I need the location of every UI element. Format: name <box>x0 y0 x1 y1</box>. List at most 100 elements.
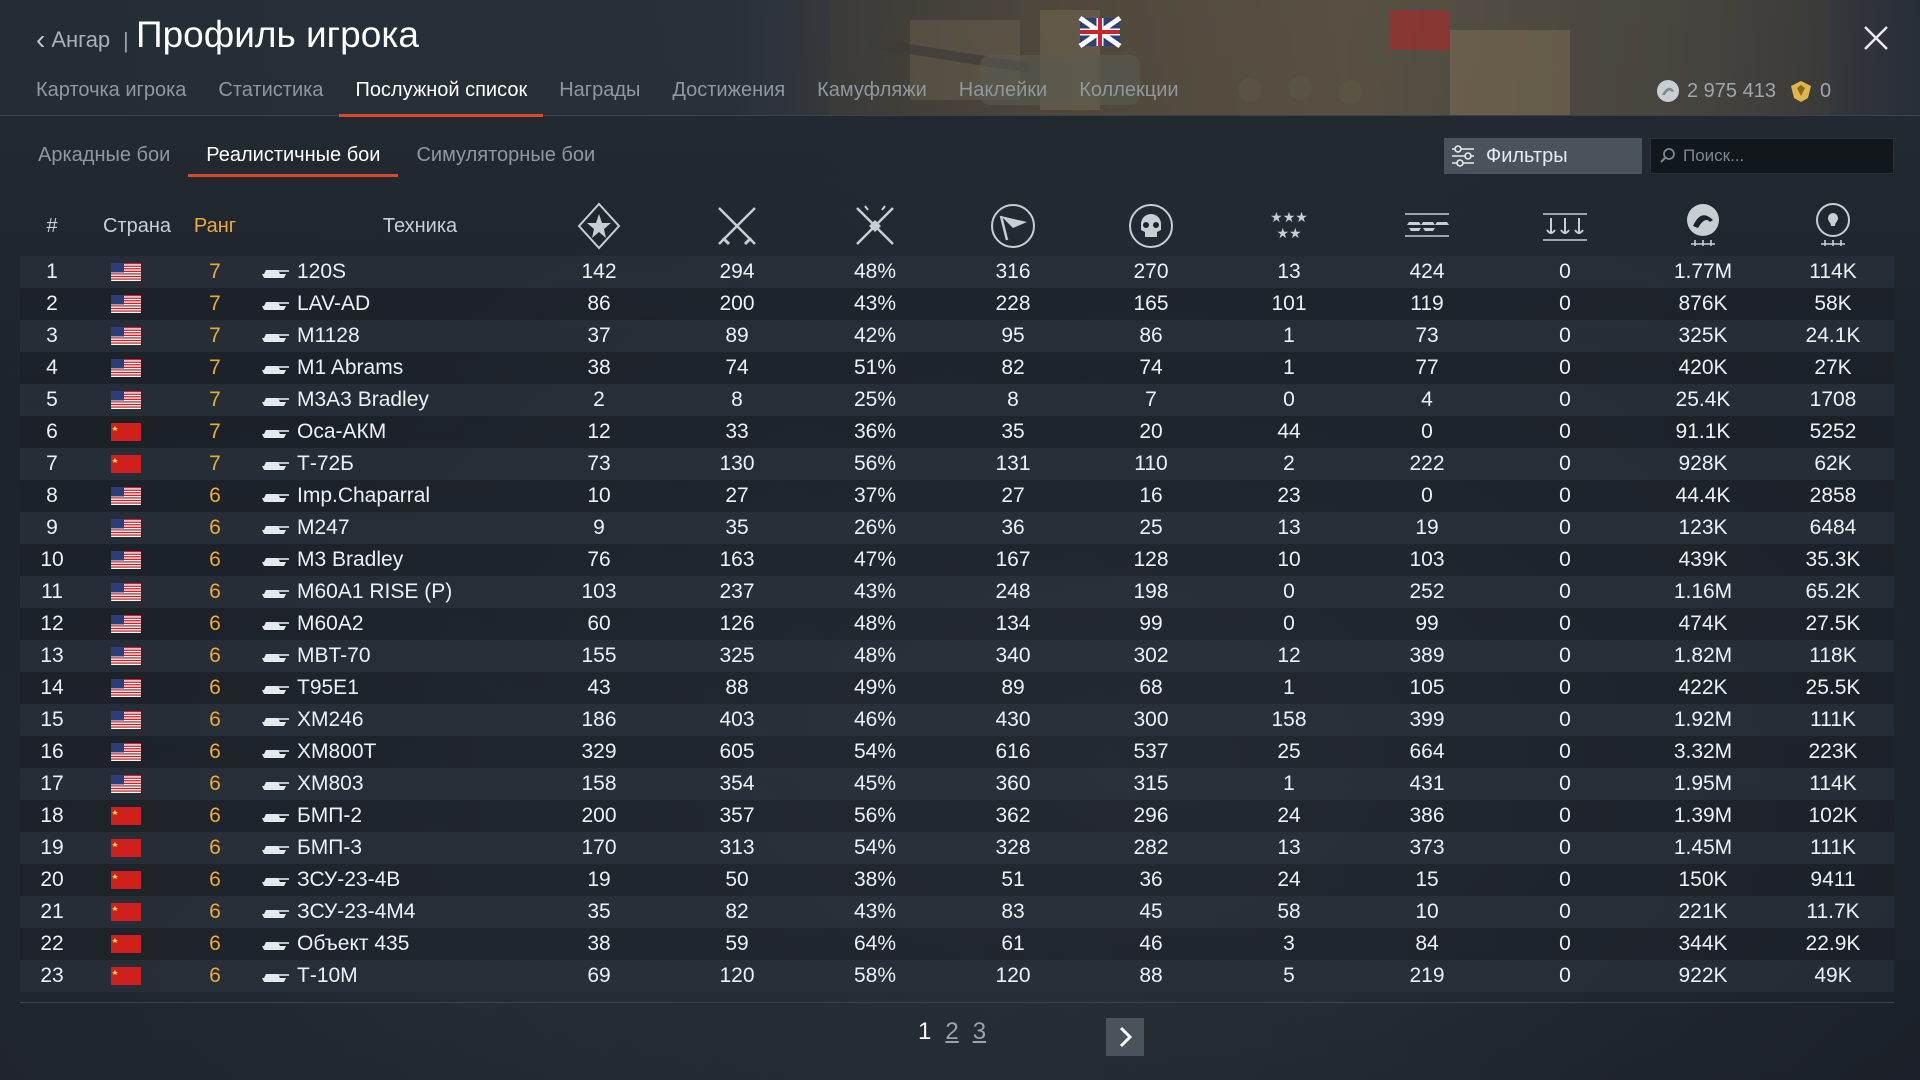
stat-respawns: 616 <box>995 740 1031 763</box>
page-title: Профиль игрока <box>136 14 419 55</box>
tab-simulator-battles[interactable]: Симуляторные бои <box>398 140 613 174</box>
col-respawns[interactable] <box>944 196 1082 256</box>
tab-realistic-battles[interactable]: Реалистичные бои <box>188 140 399 177</box>
col-win-rate[interactable] <box>806 196 944 256</box>
stat-research-points: 2858 <box>1809 484 1857 507</box>
winrate-swords-icon <box>856 205 894 245</box>
table-row[interactable]: 2 7 LAV-AD 86 200 43% 228 165 101 119 0 876K 58K <box>20 288 1894 320</box>
stat-naval-kills: 0 <box>1559 388 1571 411</box>
stat-research-points: 11.7K <box>1806 900 1860 923</box>
stat-ground-kills: 431 <box>1409 772 1445 795</box>
stat-silver-lions: 325K <box>1678 324 1728 347</box>
stat-silver-lions: 1.16M <box>1673 580 1733 603</box>
tab-statistics[interactable]: Статистика <box>218 76 323 114</box>
search-input[interactable] <box>1681 145 1885 167</box>
stat-win-rate: 56% <box>853 804 897 827</box>
col-air-kills[interactable]: ★★★ ★★ <box>1220 196 1358 256</box>
table-row[interactable]: 12 6 M60A2 60 126 48% 134 99 0 99 0 474K 27.5K <box>20 608 1894 640</box>
stat-win-rate: 43% <box>853 900 897 923</box>
table-row[interactable]: 7 7 Т-72Б 73 130 56% 131 110 2 222 0 928K 62K <box>20 448 1894 480</box>
stat-missions: 76 <box>587 548 611 571</box>
vehicle-name: 120S <box>297 260 347 283</box>
table-row[interactable]: 6 7 Оса-АКМ 12 33 36% 35 20 44 0 0 91.1K 5252 <box>20 416 1894 448</box>
table-row[interactable]: 19 6 БМП-3 170 313 54% 328 282 13 373 0 1.45M 111K <box>20 832 1894 864</box>
table-row[interactable]: 9 6 M247 9 35 26% 36 25 13 19 0 123K 6484 <box>20 512 1894 544</box>
stat-respawns: 83 <box>1001 900 1025 923</box>
tab-collections[interactable]: Коллекции <box>1079 76 1178 114</box>
table-row[interactable]: 8 6 Imp.Chaparral 10 27 37% 27 16 23 0 0 44.4K 2858 <box>20 480 1894 512</box>
stat-naval-kills: 0 <box>1559 292 1571 315</box>
col-silver-lions[interactable] <box>1634 196 1772 256</box>
usa-flag-icon <box>111 327 141 345</box>
tab-achievements[interactable]: Достижения <box>672 76 785 114</box>
col-deaths[interactable] <box>1082 196 1220 256</box>
stat-deaths: 74 <box>1139 356 1163 379</box>
table-row[interactable]: 14 6 T95E1 43 88 49% 89 68 1 105 0 422K 25.5K <box>20 672 1894 704</box>
table-row[interactable]: 21 6 ЗСУ-23-4М4 35 82 43% 83 45 58 10 0 221K 11.7K <box>20 896 1894 928</box>
vehicle-rank: 7 <box>209 324 221 347</box>
stat-silver-lions: 928K <box>1678 452 1728 475</box>
table-row[interactable]: 13 6 MBT-70 155 325 48% 340 302 12 389 0 1.82M 118K <box>20 640 1894 672</box>
page-link-2[interactable]: 2 <box>945 1018 958 1046</box>
stat-battles: 357 <box>719 804 755 827</box>
back-button[interactable]: ‹ Ангар <box>36 20 110 60</box>
tab-player-card[interactable]: Карточка игрока <box>36 76 186 114</box>
table-row[interactable]: 16 6 XM800T 329 605 54% 616 537 25 664 0 3.32M 223K <box>20 736 1894 768</box>
vehicle-name-cell: M3 Bradley <box>260 544 530 576</box>
stat-air-kills: 13 <box>1277 260 1301 283</box>
stat-missions: 2 <box>593 388 605 411</box>
page-link-3[interactable]: 3 <box>973 1018 986 1046</box>
col-ground-kills[interactable] <box>1358 196 1496 256</box>
usa-flag-icon <box>111 711 141 729</box>
col-missions[interactable] <box>530 196 668 256</box>
stat-naval-kills: 0 <box>1559 516 1571 539</box>
row-number: 8 <box>46 484 58 507</box>
tab-decals[interactable]: Наклейки <box>959 76 1047 114</box>
table-row[interactable]: 10 6 M3 Bradley 76 163 47% 167 128 10 103 0 439K 35.… <box>20 544 1894 576</box>
table-row[interactable]: 23 6 Т-10М 69 120 58% 120 88 5 219 0 922K 49K <box>20 960 1894 992</box>
usa-flag-icon <box>111 359 141 377</box>
col-number[interactable]: # <box>20 196 84 256</box>
stat-battles: 237 <box>719 580 755 603</box>
next-page-button[interactable] <box>1106 1018 1144 1056</box>
usa-flag-icon <box>111 615 141 633</box>
vehicle-name: Т-72Б <box>297 452 354 475</box>
stat-silver-lions: 3.32M <box>1673 740 1733 763</box>
table-row[interactable]: 20 6 ЗСУ-23-4В 19 50 38% 51 36 24 15 0 150K 9411 <box>20 864 1894 896</box>
stat-naval-kills: 0 <box>1559 868 1571 891</box>
page-link-1[interactable]: 1 <box>918 1018 931 1046</box>
tab-awards[interactable]: Награды <box>559 76 640 114</box>
col-vehicle[interactable]: Техника <box>320 196 520 256</box>
table-row[interactable]: 3 7 M1128 37 89 42% 95 86 1 73 0 325K 24.1K <box>20 320 1894 352</box>
table-row[interactable]: 17 6 XM803 158 354 45% 360 315 1 431 0 1.95M 114K <box>20 768 1894 800</box>
stat-air-kills: 13 <box>1277 836 1301 859</box>
close-button[interactable] <box>1860 22 1892 54</box>
stat-respawns: 362 <box>995 804 1031 827</box>
table-row[interactable]: 18 6 БМП-2 200 357 56% 362 296 24 386 0 1.39M 102K <box>20 800 1894 832</box>
stat-win-rate: 48% <box>853 260 897 283</box>
table-row[interactable]: 4 7 M1 Abrams 38 74 51% 82 74 1 77 0 420K 27K <box>20 352 1894 384</box>
row-number: 10 <box>40 548 64 571</box>
vehicle-name: M1 Abrams <box>297 356 404 379</box>
tab-camouflages[interactable]: Камуфляжи <box>817 76 927 114</box>
tab-service-record[interactable]: Послужной список <box>339 76 544 117</box>
stat-respawns: 35 <box>1001 420 1025 443</box>
vehicle-name: Imp.Chaparral <box>297 484 431 507</box>
stat-silver-lions: 221K <box>1678 900 1728 923</box>
filters-button[interactable]: Фильтры <box>1444 138 1642 174</box>
vehicle-name-cell: LAV-AD <box>260 288 530 320</box>
stat-win-rate: 49% <box>853 676 897 699</box>
col-battles[interactable] <box>668 196 806 256</box>
col-naval-kills[interactable] <box>1496 196 1634 256</box>
table-row[interactable]: 5 7 M3A3 Bradley 2 8 25% 8 7 0 4 0 25.4K 1708 <box>20 384 1894 416</box>
table-row[interactable]: 1 7 120S 142 294 48% 316 270 13 424 0 1.77M 114K <box>20 256 1894 288</box>
stat-missions: 19 <box>587 868 611 891</box>
col-rank[interactable]: Ранг <box>180 196 250 256</box>
col-research-points[interactable] <box>1772 196 1894 256</box>
stat-air-kills: 0 <box>1283 388 1295 411</box>
tab-arcade-battles[interactable]: Аркадные бои <box>20 140 188 174</box>
table-row[interactable]: 15 6 XM246 186 403 46% 430 300 158 399 0 1.92M 111K <box>20 704 1894 736</box>
table-row[interactable]: 22 6 Объект 435 38 59 64% 61 46 3 84 0 344K 22.9K <box>20 928 1894 960</box>
col-country[interactable]: Страна <box>84 196 190 256</box>
table-row[interactable]: 11 6 M60A1 RISE (P) 103 237 43% 248 198 0 252 0 1.1… <box>20 576 1894 608</box>
